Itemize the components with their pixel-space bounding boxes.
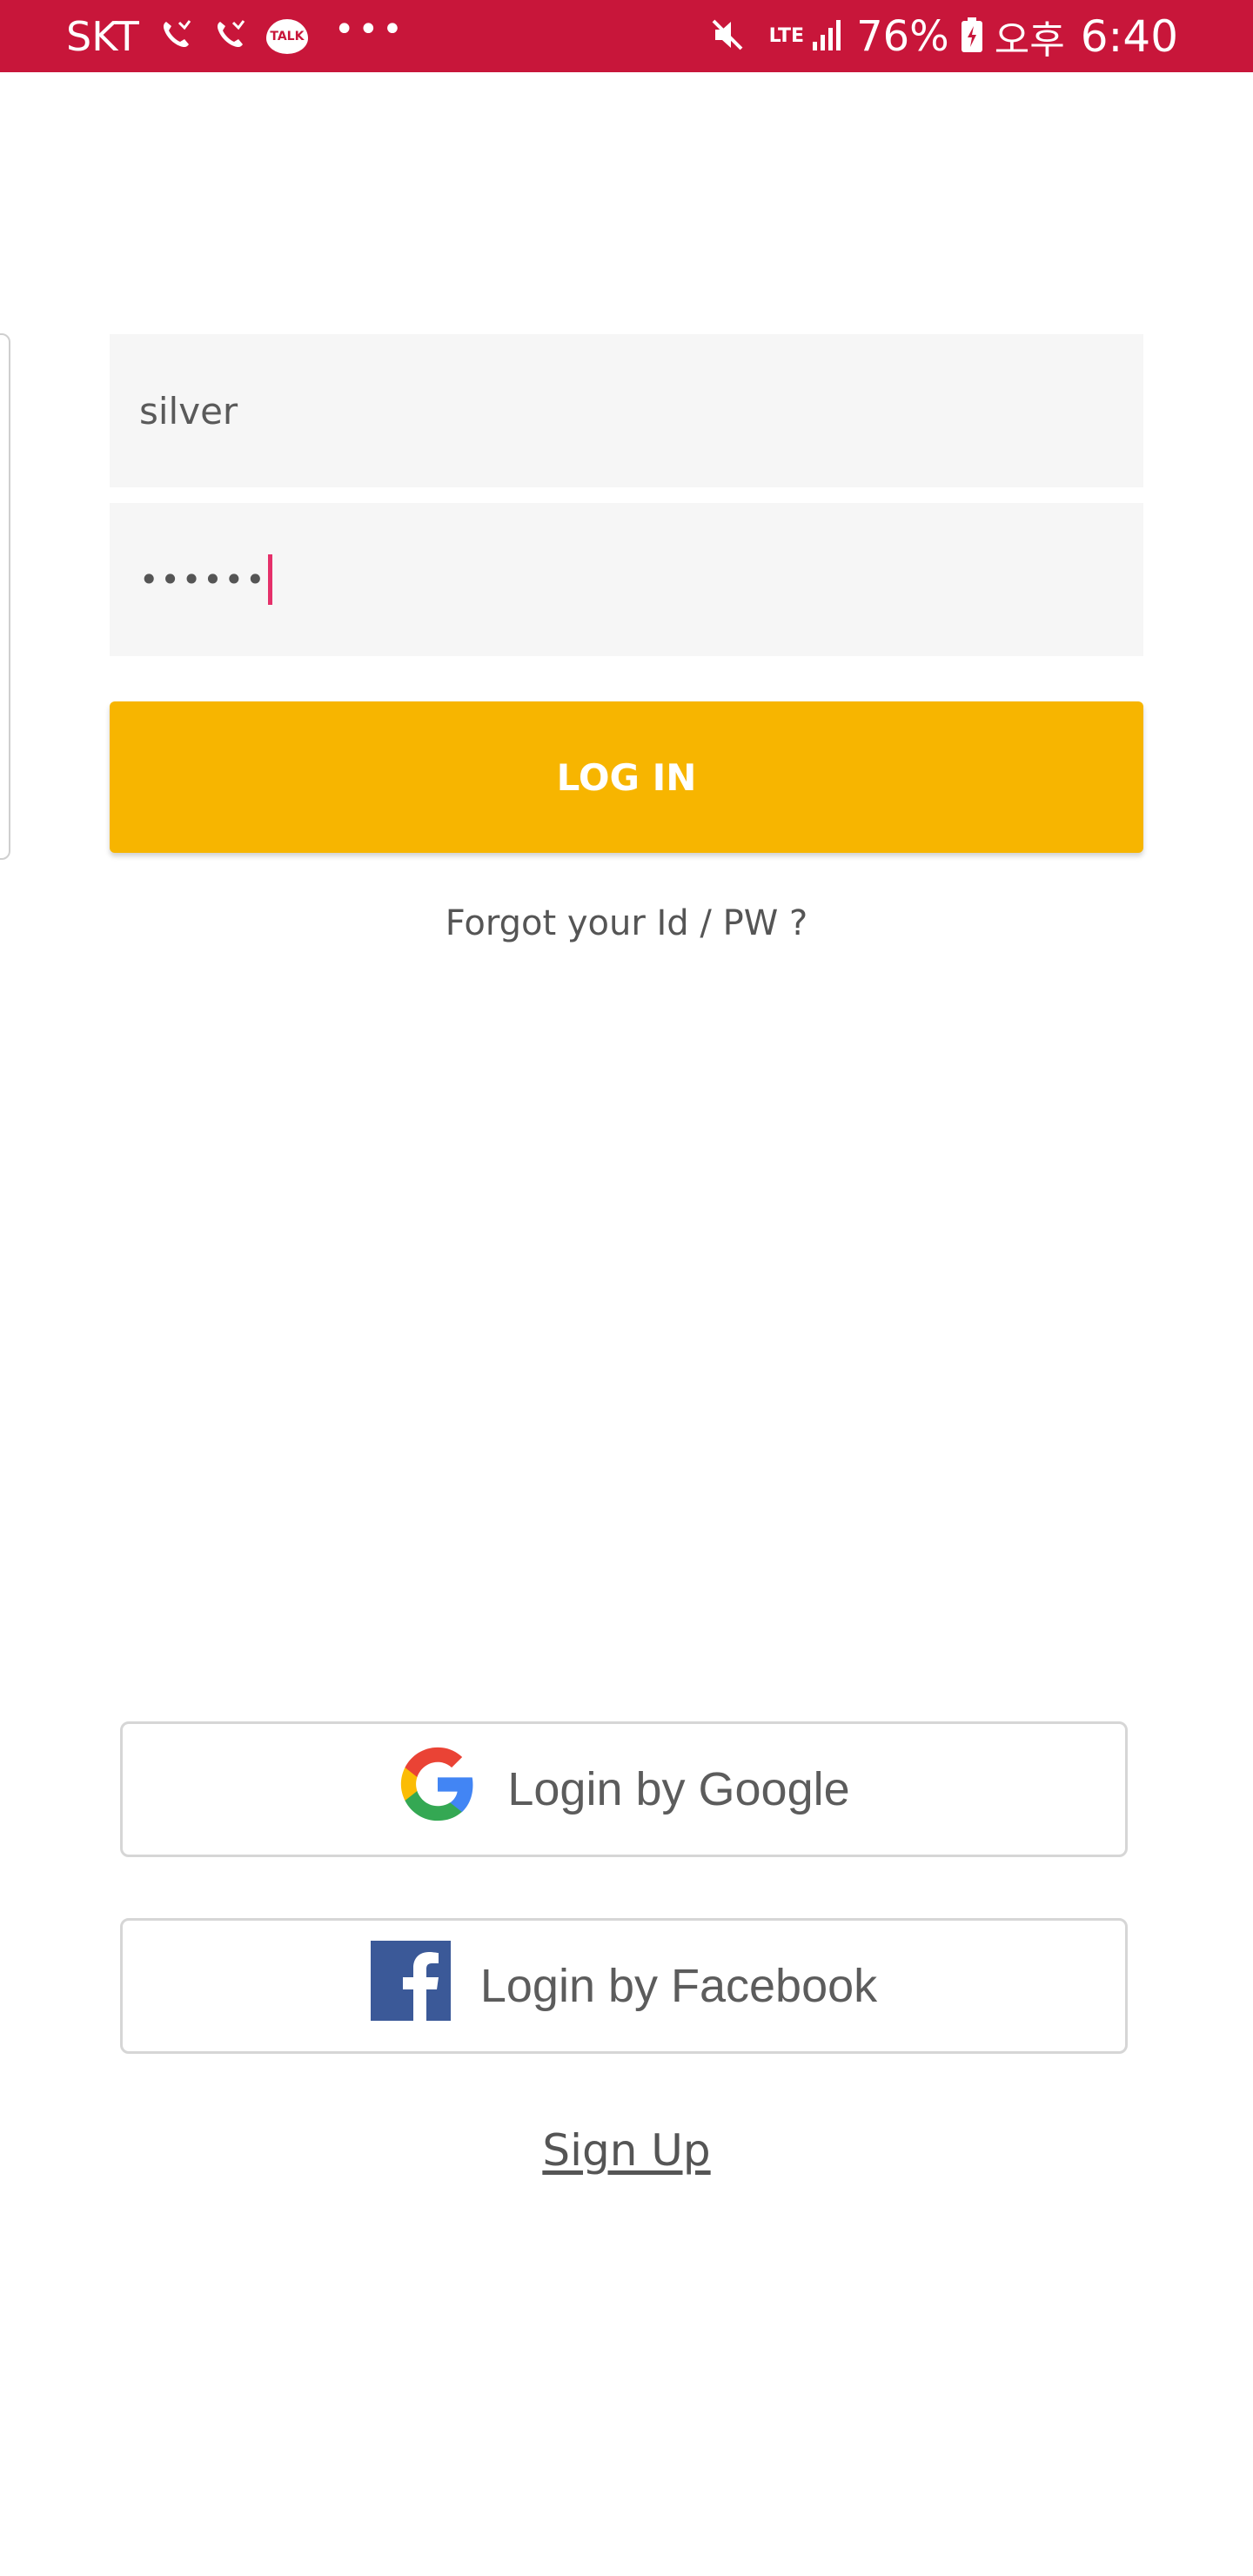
status-bar-right: LTE 76% 오후 6:40 [708, 0, 1178, 72]
google-login-button[interactable]: Login by Google [120, 1721, 1128, 1857]
kakaotalk-icon: TALK [265, 18, 308, 54]
signal-icon [809, 16, 848, 57]
status-bar: SKT TALK ••• LTE 76% 오후 6:40 [0, 0, 1253, 72]
username-input[interactable]: silver [110, 334, 1143, 487]
status-bar-left: SKT TALK ••• [66, 0, 406, 72]
ampm-label: 오후 [994, 17, 1065, 63]
google-icon [398, 1744, 478, 1835]
phone-missed-icon [212, 17, 247, 56]
username-value: silver [139, 389, 238, 433]
phone-missed-icon [158, 17, 193, 56]
carrier-label: SKT [66, 12, 139, 60]
battery-charging-icon [960, 16, 984, 57]
facebook-login-button[interactable]: Login by Facebook [120, 1918, 1128, 2054]
forgot-id-password-link[interactable]: Forgot your Id / PW ? [0, 903, 1253, 943]
login-button[interactable]: LOG IN [110, 701, 1143, 853]
clock: 6:40 [1080, 10, 1178, 62]
facebook-icon [370, 1940, 451, 2032]
facebook-login-label: Login by Facebook [479, 1960, 878, 2012]
battery-percent: 76% [856, 11, 949, 61]
text-cursor [268, 554, 273, 605]
password-input[interactable]: •••••• [110, 503, 1143, 656]
mute-icon [708, 16, 747, 57]
edge-panel-handle[interactable] [0, 333, 10, 860]
more-notifications-icon: ••• [333, 9, 406, 50]
password-value: •••••• [139, 560, 267, 599]
network-type-label: LTE [768, 24, 805, 47]
sign-up-label[interactable]: Sign Up [542, 2125, 710, 2176]
google-login-label: Login by Google [507, 1763, 850, 1815]
sign-up-link[interactable]: Sign Up [0, 2125, 1253, 2176]
